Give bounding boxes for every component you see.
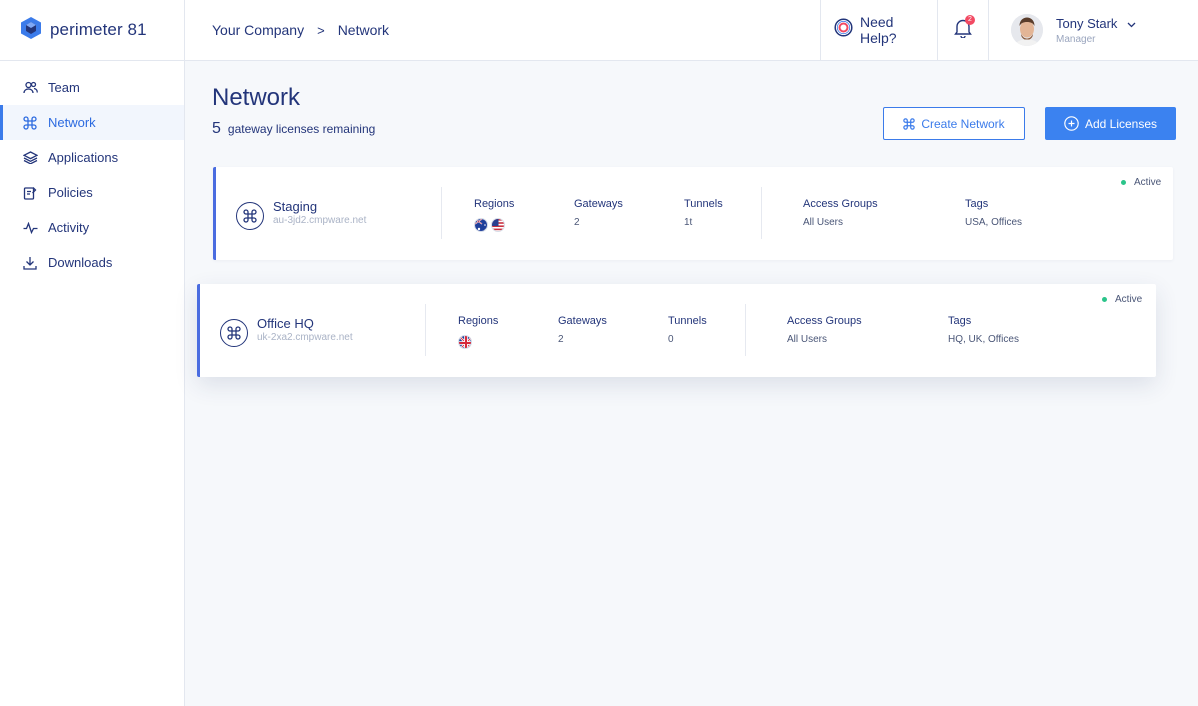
regions-label: Regions <box>474 198 515 210</box>
sidebar-item-label: Policies <box>48 185 93 200</box>
downloads-icon <box>22 255 38 271</box>
tags-label: Tags <box>948 315 972 327</box>
access-groups-value: All Users <box>803 217 844 228</box>
user-name: Tony Stark <box>1056 15 1118 31</box>
user-menu[interactable]: Tony Stark Manager <box>988 0 1198 61</box>
network-name: Office HQ <box>257 316 314 331</box>
access-groups-label: Access Groups <box>787 315 862 327</box>
sidebar-nav: Team Network Applications Policies Activ… <box>0 70 184 280</box>
activity-icon <box>22 220 38 236</box>
need-help-button[interactable]: Need Help? <box>820 0 937 61</box>
add-licenses-label: Add Licenses <box>1084 116 1158 131</box>
network-host: au-3jd2.cmpware.net <box>273 215 367 226</box>
region-flags <box>474 218 508 232</box>
network-icon <box>22 115 38 131</box>
tags-value: USA, Offices <box>965 217 1023 228</box>
status-label: Active <box>1134 177 1162 188</box>
status-label: Active <box>1115 294 1143 305</box>
page-title: Network <box>212 84 301 111</box>
lifebuoy-icon <box>834 18 853 42</box>
gateways-label: Gateways <box>574 198 623 210</box>
need-help-label: Need Help? <box>860 14 897 46</box>
add-licenses-button[interactable]: Add Licenses <box>1045 107 1176 140</box>
create-network-button[interactable]: Create Network <box>883 107 1025 140</box>
sidebar-item-network[interactable]: Network <box>0 105 184 140</box>
tags-label: Tags <box>965 198 989 210</box>
create-network-label: Create Network <box>921 116 1005 131</box>
network-icon <box>220 319 248 347</box>
region-flags <box>458 335 475 349</box>
breadcrumb-separator: > <box>317 22 325 38</box>
sidebar-item-policies[interactable]: Policies <box>0 175 184 210</box>
network-icon <box>236 202 264 230</box>
sidebar-item-label: Applications <box>48 150 119 165</box>
usa-flag-icon <box>491 218 505 232</box>
gateways-value: 2 <box>558 334 564 345</box>
avatar <box>1011 14 1043 46</box>
network-card-office-hq[interactable]: Office HQ uk-2xa2.cmpware.net Regions Ga… <box>197 284 1156 377</box>
notification-badge: 2 <box>965 14 975 25</box>
logo[interactable]: perimeter 81 <box>0 0 184 61</box>
sidebar-item-downloads[interactable]: Downloads <box>0 245 184 280</box>
gateways-label: Gateways <box>558 315 607 327</box>
plus-circle-icon <box>1064 116 1079 131</box>
user-info: Tony Stark Manager <box>1056 16 1136 45</box>
divider <box>425 304 426 356</box>
status-badge: Active <box>1121 177 1161 188</box>
breadcrumb-item-company[interactable]: Your Company <box>212 22 304 38</box>
sidebar: perimeter 81 Team Network Applications P… <box>0 0 185 706</box>
team-icon <box>22 80 38 96</box>
status-badge: Active <box>1102 294 1142 305</box>
sidebar-item-activity[interactable]: Activity <box>0 210 184 245</box>
breadcrumb-item-network[interactable]: Network <box>338 22 389 38</box>
licenses-remaining: 5 gateway licenses remaining <box>212 120 375 138</box>
regions-label: Regions <box>458 315 499 327</box>
network-name: Staging <box>273 199 318 214</box>
applications-icon <box>22 150 38 166</box>
status-dot <box>1102 297 1107 302</box>
australia-flag-icon <box>474 218 488 232</box>
perimeter-logo-icon <box>20 16 42 45</box>
tunnels-value: 0 <box>668 334 674 345</box>
sidebar-item-label: Team <box>48 80 80 95</box>
network-card-staging[interactable]: Staging au-3jd2.cmpware.net Regions Gate… <box>213 167 1173 260</box>
tags-value: HQ, UK, Offices <box>948 334 1019 345</box>
sidebar-item-label: Activity <box>48 220 90 235</box>
sidebar-item-team[interactable]: Team <box>0 70 184 105</box>
gateways-value: 2 <box>574 217 580 228</box>
sidebar-item-label: Downloads <box>48 255 113 270</box>
user-role: Manager <box>1056 33 1096 45</box>
breadcrumb: Your Company > Network <box>185 22 820 38</box>
access-groups-value: All Users <box>787 334 828 345</box>
chevron-down-icon[interactable] <box>1127 16 1136 31</box>
status-dot <box>1121 180 1126 185</box>
network-host: uk-2xa2.cmpware.net <box>257 332 353 343</box>
divider <box>441 187 442 239</box>
divider <box>745 304 746 356</box>
tunnels-value: 1t <box>684 217 693 228</box>
licenses-count: 5 <box>212 120 221 137</box>
sidebar-item-label: Network <box>48 115 96 130</box>
uk-flag-icon <box>458 335 472 349</box>
licenses-text: gateway licenses remaining <box>227 122 376 136</box>
sidebar-item-applications[interactable]: Applications <box>0 140 184 175</box>
notifications-button[interactable]: 2 <box>937 0 988 61</box>
topbar: Your Company > Network Need Help? 2 Tony… <box>185 0 1198 61</box>
tunnels-label: Tunnels <box>668 315 707 327</box>
policies-icon <box>22 185 38 201</box>
divider <box>761 187 762 239</box>
tunnels-label: Tunnels <box>684 198 723 210</box>
access-groups-label: Access Groups <box>803 198 878 210</box>
network-icon <box>903 117 916 130</box>
brand-name: perimeter 81 <box>50 20 147 39</box>
